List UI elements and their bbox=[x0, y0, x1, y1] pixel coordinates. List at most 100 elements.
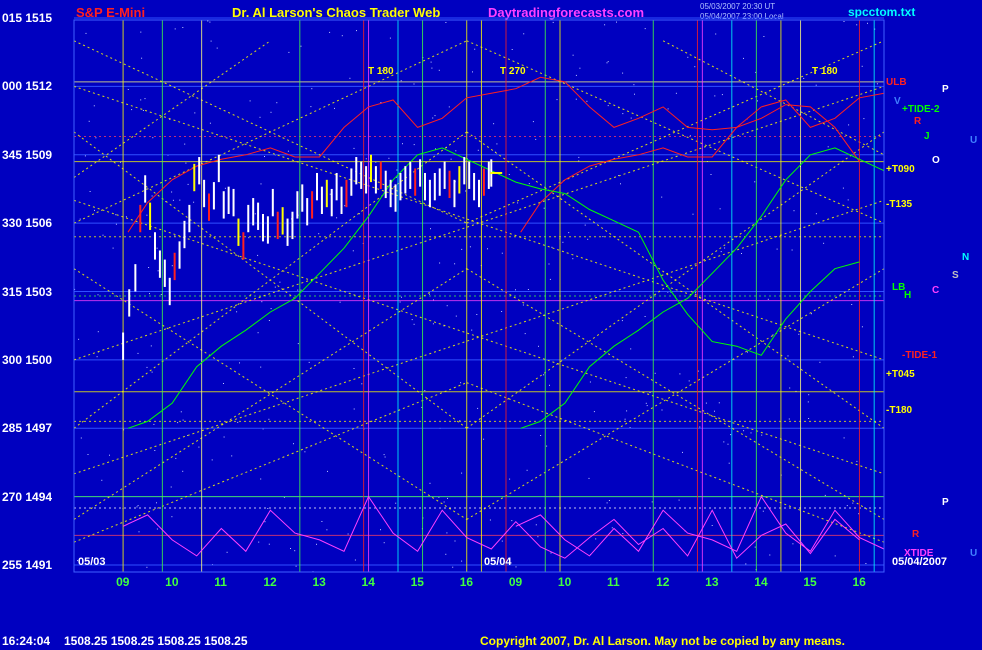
right-label-ulb: ULB bbox=[886, 77, 907, 88]
star-dot bbox=[688, 380, 690, 382]
star-dot bbox=[177, 422, 179, 424]
star-dot bbox=[300, 289, 302, 291]
star-dot bbox=[182, 419, 184, 421]
star-dot bbox=[528, 183, 530, 185]
star-dot bbox=[621, 320, 623, 322]
star-dot bbox=[787, 355, 789, 357]
magenta-flux-line bbox=[122, 495, 860, 560]
star-dot bbox=[439, 262, 441, 264]
date-label-mid: 05/04 bbox=[484, 556, 512, 568]
star-dot bbox=[747, 351, 748, 353]
star-dot bbox=[769, 554, 771, 556]
x-tick-label: 16 bbox=[852, 575, 866, 589]
star-dot bbox=[798, 333, 800, 335]
star-dot bbox=[260, 478, 262, 480]
star-dot bbox=[152, 137, 154, 139]
star-dot bbox=[721, 94, 723, 96]
star-dot bbox=[606, 502, 608, 504]
star-dot bbox=[174, 235, 176, 237]
star-dot bbox=[137, 352, 139, 354]
star-dot bbox=[268, 418, 270, 420]
star-dot bbox=[602, 236, 604, 238]
star-dot bbox=[661, 196, 663, 198]
star-dot bbox=[551, 246, 553, 248]
star-dot bbox=[293, 443, 294, 445]
x-tick-label: 11 bbox=[214, 575, 227, 589]
star-dot bbox=[842, 187, 844, 189]
star-dot bbox=[682, 451, 683, 453]
x-tick-label: 09 bbox=[116, 575, 130, 589]
star-dot bbox=[630, 117, 632, 119]
star-dot bbox=[509, 478, 511, 480]
star-dot bbox=[180, 411, 182, 413]
star-dot bbox=[140, 99, 142, 101]
star-dot bbox=[523, 33, 525, 35]
star-dot bbox=[848, 124, 850, 126]
star-dot bbox=[604, 24, 606, 26]
star-dot bbox=[402, 143, 403, 145]
star-dot bbox=[727, 443, 729, 445]
star-dot bbox=[413, 144, 415, 146]
star-dot bbox=[89, 191, 91, 192]
star-dot bbox=[867, 22, 868, 24]
star-dot bbox=[258, 541, 260, 543]
star-dot bbox=[171, 265, 173, 267]
star-dot bbox=[295, 565, 297, 567]
star-dot bbox=[270, 308, 272, 310]
star-dot bbox=[562, 241, 564, 243]
star-dot bbox=[115, 214, 117, 216]
star-dot bbox=[724, 247, 726, 249]
star-dot bbox=[352, 250, 354, 252]
star-dot bbox=[522, 304, 524, 306]
star-dot bbox=[209, 21, 211, 23]
star-dot bbox=[535, 524, 537, 526]
diagonal-line-18 bbox=[73, 40, 271, 178]
star-dot bbox=[224, 187, 226, 189]
star-dot bbox=[644, 28, 646, 30]
star-dot bbox=[430, 228, 431, 230]
star-dot bbox=[223, 383, 224, 384]
star-dot bbox=[448, 106, 450, 108]
star-dot bbox=[630, 348, 632, 350]
star-dot bbox=[236, 311, 238, 313]
star-dot bbox=[527, 289, 529, 290]
star-dot bbox=[146, 366, 148, 368]
star-dot bbox=[179, 199, 181, 201]
flux-series bbox=[122, 76, 885, 560]
y-tick-label: 330 1506 bbox=[2, 216, 53, 231]
star-dot bbox=[270, 111, 272, 113]
planet-letter-j: J bbox=[924, 131, 930, 142]
star-dot bbox=[511, 49, 513, 50]
x-tick-label: 09 bbox=[508, 575, 523, 589]
star-dot bbox=[248, 237, 250, 239]
star-dot bbox=[803, 77, 805, 79]
star-dot bbox=[185, 162, 187, 164]
star-dot bbox=[745, 563, 747, 565]
star-dot bbox=[182, 27, 184, 28]
star-dot bbox=[517, 202, 519, 204]
diagonal-line-16 bbox=[73, 382, 467, 543]
star-dot bbox=[578, 156, 580, 158]
star-dot bbox=[471, 329, 473, 331]
star-dot bbox=[548, 263, 550, 265]
x-tick-label: 12 bbox=[263, 575, 277, 589]
star-dot bbox=[160, 294, 162, 295]
star-dot bbox=[140, 31, 142, 33]
star-dot bbox=[174, 28, 176, 30]
star-dot bbox=[455, 150, 457, 152]
x-tick-label: 11 bbox=[607, 575, 620, 589]
star-dot bbox=[788, 418, 790, 420]
star-dot bbox=[789, 387, 791, 389]
x-tick-label: 13 bbox=[312, 575, 326, 589]
star-dot bbox=[588, 477, 590, 479]
star-dot bbox=[819, 361, 821, 363]
star-dot bbox=[411, 319, 413, 321]
star-dot bbox=[645, 402, 647, 404]
star-dot bbox=[438, 69, 440, 71]
star-dot bbox=[268, 320, 270, 321]
star-dot bbox=[97, 331, 99, 333]
star-dot bbox=[762, 510, 764, 512]
star-dot bbox=[807, 401, 809, 403]
star-dot bbox=[150, 345, 152, 347]
planet-letter-o: O bbox=[932, 155, 940, 166]
